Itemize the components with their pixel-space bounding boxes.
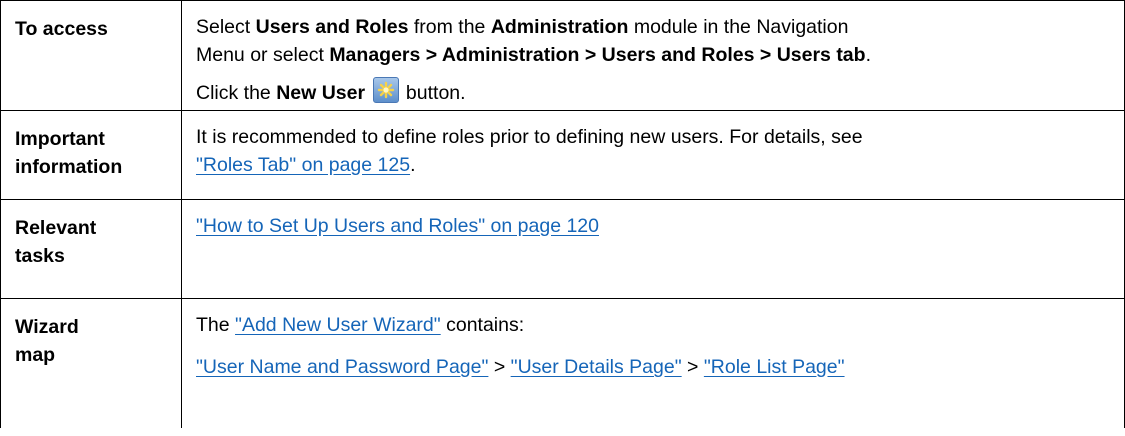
row-label: Wizard map	[0, 298, 182, 428]
separator: >	[488, 356, 511, 378]
click-instruction: Click the New User button.	[196, 77, 1110, 107]
text: Select	[196, 16, 256, 38]
user-details-page-link[interactable]: "User Details Page"	[511, 356, 682, 378]
new-user-icon	[372, 77, 399, 103]
task-line: "How to Set Up Users and Roles" on page …	[196, 212, 1110, 240]
row-label: To access	[0, 0, 182, 111]
role-list-page-link[interactable]: "Role List Page"	[704, 356, 845, 378]
row-value: Select Users and Roles from the Administ…	[181, 0, 1125, 111]
row-wizard-map: Wizard map The "Add New User Wizard" con…	[0, 298, 1125, 428]
access-instructions-cont: Menu or select Managers > Administration…	[196, 41, 1110, 69]
row-label-line: Important	[15, 128, 105, 150]
row-label-line: tasks	[15, 245, 65, 267]
bold-text: New User	[276, 82, 366, 104]
info-link-line: "Roles Tab" on page 125.	[196, 151, 1110, 179]
roles-tab-link[interactable]: "Roles Tab" on page 125	[196, 154, 410, 176]
wizard-intro: The "Add New User Wizard" contains:	[196, 311, 1110, 339]
bold-text: Administration	[490, 16, 629, 38]
text: Click the	[196, 82, 277, 104]
row-value: The "Add New User Wizard" contains: "Use…	[181, 298, 1125, 428]
row-value: It is recommended to define roles prior …	[181, 110, 1125, 200]
bold-text: Users and Roles	[255, 16, 409, 38]
bold-text: Managers > Administration > Users and Ro…	[329, 44, 866, 66]
text: module in the Navigation	[628, 16, 849, 38]
row-important-information: Important information It is recommended …	[0, 110, 1125, 200]
add-new-user-wizard-link[interactable]: "Add New User Wizard"	[235, 314, 441, 336]
text: button.	[400, 82, 466, 104]
row-label-line: information	[15, 156, 123, 178]
row-relevant-tasks: Relevant tasks "How to Set Up Users and …	[0, 199, 1125, 299]
info-table: To access Select Users and Roles from th…	[0, 0, 1125, 428]
text: .	[865, 44, 871, 66]
row-label-line: Wizard	[15, 316, 79, 338]
access-instructions: Select Users and Roles from the Administ…	[196, 13, 1110, 41]
row-label-line: map	[15, 344, 56, 366]
row-to-access: To access Select Users and Roles from th…	[0, 0, 1125, 111]
text: contains:	[440, 314, 525, 336]
wizard-steps: "User Name and Password Page" > "User De…	[196, 353, 1110, 381]
text: from the	[408, 16, 491, 38]
row-value: "How to Set Up Users and Roles" on page …	[181, 199, 1125, 299]
user-name-password-page-link[interactable]: "User Name and Password Page"	[196, 356, 488, 378]
row-label: Important information	[0, 110, 182, 200]
how-to-setup-link[interactable]: "How to Set Up Users and Roles" on page …	[196, 215, 599, 237]
text: Menu or select	[196, 44, 330, 66]
row-label-text: To access	[15, 18, 108, 40]
row-label-line: Relevant	[15, 217, 97, 239]
text: The	[196, 314, 236, 336]
info-text: It is recommended to define roles prior …	[196, 126, 863, 148]
text: .	[410, 154, 416, 176]
row-label: Relevant tasks	[0, 199, 182, 299]
separator: >	[681, 356, 704, 378]
